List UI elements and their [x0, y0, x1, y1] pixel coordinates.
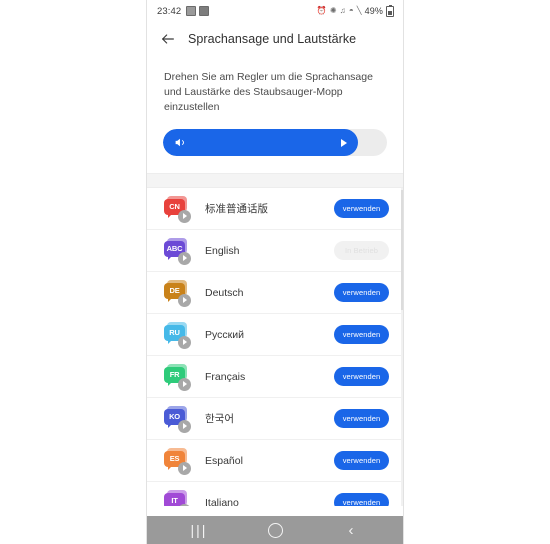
language-name: Русский: [205, 328, 244, 341]
language-code-label: FR: [169, 370, 180, 379]
download-badge-icon: [178, 251, 191, 265]
language-code-label: ES: [169, 454, 180, 463]
language-name: Español: [205, 454, 243, 467]
language-bubble-icon: RU: [164, 321, 191, 349]
use-language-button[interactable]: verwenden: [334, 325, 389, 344]
volume-slider-container: [147, 115, 403, 173]
download-badge-icon: [178, 335, 191, 349]
use-language-button[interactable]: verwenden: [334, 367, 389, 386]
alarm-icon: ⏰: [316, 6, 327, 15]
language-code-label: RU: [169, 328, 180, 337]
language-row[interactable]: ES Español verwenden: [147, 440, 403, 482]
phone-screen: 23:42 ⏰ ✺ ♫ ◓ ╲ 49% Sprachansage und Lau…: [146, 0, 404, 544]
download-badge-icon: [178, 461, 191, 475]
language-bubble-icon: ES: [164, 447, 191, 475]
language-bubble-icon: IT: [164, 489, 191, 506]
use-language-button[interactable]: verwenden: [334, 493, 389, 506]
calendar-notification-icon: [199, 6, 210, 16]
language-bubble-icon: KO: [164, 405, 191, 433]
language-row[interactable]: FR Français verwenden: [147, 356, 403, 398]
language-code-label: IT: [171, 496, 178, 505]
app-bar: Sprachansage und Lautstärke: [147, 22, 403, 56]
volume-slider-handle[interactable]: [340, 138, 347, 147]
download-badge-icon: [178, 293, 191, 307]
download-badge-icon: [178, 419, 191, 433]
signal-icon: ╲: [356, 6, 362, 15]
language-name: Deutsch: [205, 286, 244, 299]
language-row[interactable]: ABC English In Betrieb: [147, 230, 403, 272]
language-row[interactable]: IT Italiano verwenden: [147, 482, 403, 506]
language-code-label: DE: [169, 286, 180, 295]
vibrate-icon: ♫: [339, 6, 346, 15]
language-bubble-icon: CN: [164, 195, 191, 223]
nav-recents-button[interactable]: |||: [177, 516, 221, 544]
language-row[interactable]: RU Русский verwenden: [147, 314, 403, 356]
language-name: 한국어: [205, 413, 234, 425]
home-circle-icon: [267, 522, 283, 538]
language-code-label: KO: [169, 412, 180, 421]
nav-recents-icon: |||: [190, 522, 208, 538]
use-language-button[interactable]: verwenden: [334, 199, 389, 218]
volume-slider-fill: [163, 129, 358, 156]
instruction-text: Drehen Sie am Regler um die Sprachansage…: [164, 71, 373, 113]
language-list[interactable]: CN 标准普通话版 verwenden ABC English In Betrieb DE D…: [147, 188, 403, 506]
wifi-icon: ◓: [348, 6, 354, 15]
volume-slider[interactable]: [163, 129, 387, 156]
use-language-button[interactable]: verwenden: [334, 283, 389, 302]
use-language-button[interactable]: verwenden: [334, 409, 389, 428]
android-nav-bar: ||| ‹: [147, 516, 403, 544]
section-divider: [147, 173, 403, 188]
language-name: English: [205, 244, 240, 257]
bluetooth-icon: ✺: [329, 6, 337, 15]
instruction-card: Drehen Sie am Regler um die Sprachansage…: [147, 56, 403, 115]
status-left-icons: [186, 6, 210, 16]
language-code-label: ABC: [166, 244, 183, 253]
language-row[interactable]: KO 한국어 verwenden: [147, 398, 403, 440]
battery-icon: [386, 4, 394, 17]
scrollbar-thumb[interactable]: [401, 190, 403, 310]
language-bubble-icon: DE: [164, 279, 191, 307]
download-badge-icon: [178, 377, 191, 391]
page-title: Sprachansage und Lautstärke: [188, 32, 357, 46]
app-notification-icon: [186, 6, 197, 16]
language-row[interactable]: CN 标准普通话版 verwenden: [147, 188, 403, 230]
use-language-button[interactable]: verwenden: [334, 451, 389, 470]
language-name: Français: [205, 370, 246, 383]
language-bubble-icon: ABC: [164, 237, 191, 265]
back-arrow-icon[interactable]: [158, 29, 178, 49]
battery-percent: 49%: [364, 6, 383, 16]
status-bar: 23:42 ⏰ ✺ ♫ ◓ ╲ 49%: [147, 0, 403, 22]
scrollbar-track[interactable]: [401, 188, 403, 506]
in-use-button: In Betrieb: [334, 241, 389, 260]
language-name: Italiano: [205, 496, 239, 507]
nav-back-button[interactable]: ‹: [329, 516, 373, 544]
status-right-icons: ⏰ ✺ ♫ ◓ ╲ 49%: [316, 4, 394, 17]
language-name: 标准普通话版: [205, 203, 268, 215]
download-badge-icon: [178, 209, 191, 223]
speaker-icon: [174, 136, 187, 149]
language-row[interactable]: DE Deutsch verwenden: [147, 272, 403, 314]
nav-home-button[interactable]: [253, 516, 297, 544]
nav-back-icon: ‹: [348, 521, 354, 539]
language-code-label: CN: [169, 202, 180, 211]
status-time: 23:42: [157, 5, 182, 17]
language-bubble-icon: FR: [164, 363, 191, 391]
